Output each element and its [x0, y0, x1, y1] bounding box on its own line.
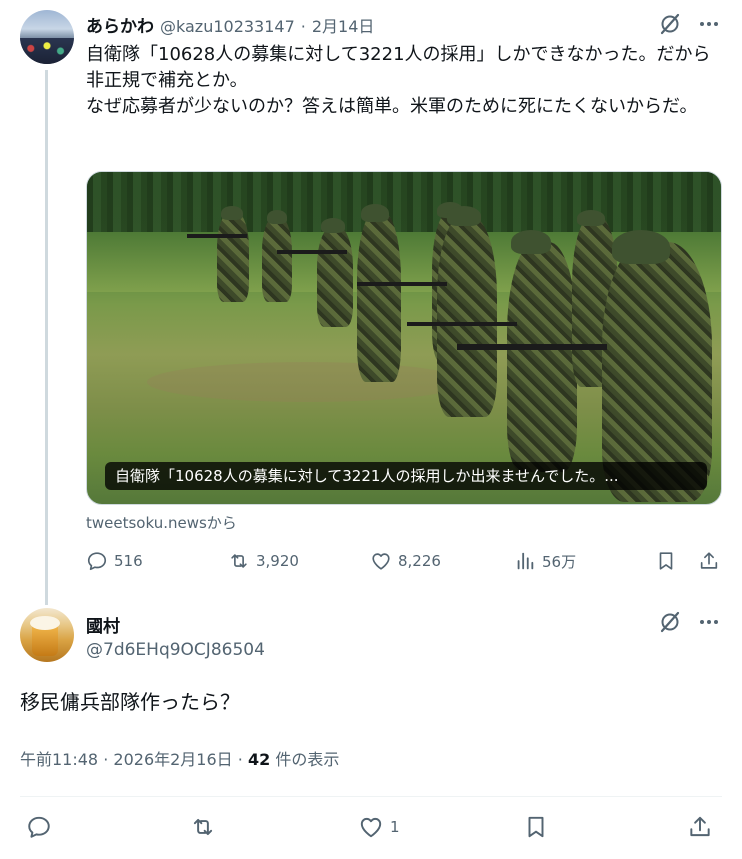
reply-view-count: 42: [247, 750, 271, 769]
tweet-header: あらかわ @kazu10233147 · 2月14日: [86, 12, 374, 37]
author-name[interactable]: あらかわ: [86, 12, 154, 37]
reply-meta: 午前11:48 · 2026年2月16日 · 42 件の表示: [20, 746, 339, 770]
reply-time[interactable]: 午前11:48: [20, 750, 98, 769]
share-icon: [700, 552, 718, 569]
link-card-image[interactable]: 自衛隊「10628人の募集に対して3221人の採用しか出来ませんでした。...: [86, 171, 722, 505]
reply-icon: [28, 816, 50, 838]
tweet-date[interactable]: 2月14日: [312, 13, 375, 37]
reply-view-label: 件の表示: [275, 750, 340, 769]
views-icon: [517, 552, 534, 570]
like-button[interactable]: 8,226: [370, 550, 441, 572]
bookmark-button[interactable]: [655, 550, 677, 572]
bookmark-button[interactable]: [523, 814, 549, 840]
reply-button[interactable]: [26, 814, 52, 840]
retweet-button[interactable]: [190, 814, 216, 840]
bookmark-icon: [528, 816, 544, 838]
thread-line: [45, 70, 48, 605]
bookmark-icon: [659, 552, 673, 570]
view-count: 56万: [542, 552, 577, 571]
reply-author-avatar[interactable]: [20, 608, 74, 662]
reply-date[interactable]: 2026年2月16日: [113, 750, 232, 769]
retweet-icon: [193, 818, 213, 836]
more-icon[interactable]: [697, 610, 721, 634]
reply-text: 移民傭兵部隊作ったら？: [20, 690, 240, 714]
meta-separator: ·: [237, 750, 243, 769]
link-card-source[interactable]: tweetsoku.newsから: [86, 512, 237, 533]
reply-actions: 1: [20, 814, 722, 842]
grok-icon[interactable]: [658, 610, 682, 634]
tweet-actions: 516 3,920 8,226 56万: [86, 550, 722, 578]
retweet-count: 3,920: [256, 552, 299, 570]
retweet-button[interactable]: 3,920: [228, 550, 299, 572]
meta-separator: ·: [103, 750, 109, 769]
share-icon: [690, 816, 710, 837]
reply-tweet[interactable]: 國村 @7d6EHq9OCJ86504 移民傭兵部隊作ったら？ 午前11:48 …: [0, 600, 742, 859]
tweet[interactable]: あらかわ @kazu10233147 · 2月14日 自衛隊「10628人の募集…: [0, 0, 742, 605]
reply-button[interactable]: 516: [86, 550, 143, 572]
more-icon[interactable]: [697, 12, 721, 36]
heart-icon: [372, 553, 390, 570]
author-handle[interactable]: @kazu10233147: [160, 17, 295, 36]
author-avatar[interactable]: [20, 10, 74, 64]
reply-like-count: 1: [390, 818, 400, 836]
grok-icon[interactable]: [658, 12, 682, 36]
reply-icon: [87, 552, 107, 571]
like-count: 8,226: [398, 552, 441, 570]
divider: [20, 796, 722, 797]
share-button[interactable]: [698, 550, 720, 572]
share-button[interactable]: [687, 814, 713, 840]
like-button[interactable]: 1: [358, 814, 400, 840]
reply-author-name[interactable]: 國村: [86, 612, 120, 637]
views-button[interactable]: 56万: [514, 550, 576, 572]
retweet-icon: [231, 554, 247, 568]
reply-author-handle[interactable]: @7d6EHq9OCJ86504: [86, 640, 265, 660]
heart-icon: [360, 817, 382, 838]
header-separator: ·: [300, 17, 306, 36]
link-card-title[interactable]: 自衛隊「10628人の募集に対して3221人の採用しか出来ませんでした。...: [105, 462, 707, 490]
reply-count: 516: [114, 552, 143, 570]
tweet-text: 自衛隊「10628人の募集に対して3221人の採用」しかできなかった。だから非正…: [86, 44, 711, 117]
